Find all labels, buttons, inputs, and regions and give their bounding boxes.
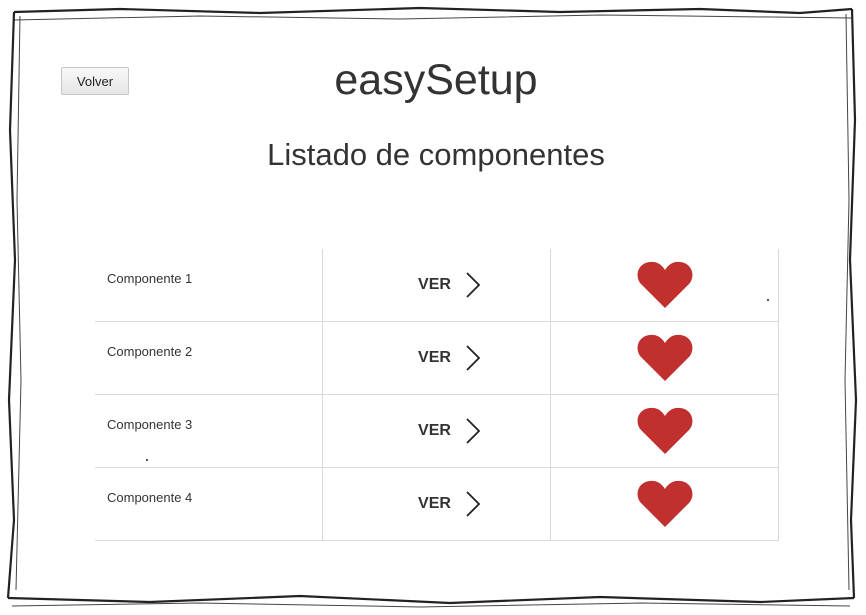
view-label: VER: [418, 276, 451, 293]
favorite-button[interactable]: [551, 334, 778, 382]
component-name: Componente 1: [107, 271, 193, 286]
name-cell: Componente 3: [95, 394, 323, 468]
name-cell: Componente 1: [95, 249, 323, 322]
favorite-button[interactable]: [551, 480, 778, 528]
back-button[interactable]: Volver: [61, 67, 129, 95]
table-row: Componente 4 VER: [95, 467, 779, 541]
chevron-right-icon: [466, 345, 481, 371]
favorite-cell: [550, 249, 779, 322]
view-label: VER: [418, 349, 451, 366]
stray-mark: [767, 299, 769, 301]
favorite-cell: [550, 394, 779, 468]
page-subtitle: Listado de componentes: [267, 137, 605, 172]
component-name: Componente 2: [107, 344, 193, 359]
stray-mark: [146, 459, 148, 461]
name-cell: Componente 2: [95, 321, 323, 395]
favorite-button[interactable]: [551, 261, 778, 309]
name-cell: Componente 4: [95, 467, 323, 541]
chevron-right-icon: [466, 418, 481, 444]
chevron-right-icon: [466, 272, 481, 298]
action-cell: VER: [322, 249, 551, 322]
view-component-button[interactable]: VER: [323, 417, 550, 445]
components-table: Componente 1 VER Componente 2 VER Compon…: [95, 249, 779, 541]
heart-icon: [637, 480, 692, 527]
favorite-cell: [550, 321, 779, 395]
action-cell: VER: [322, 394, 551, 468]
action-cell: VER: [322, 321, 551, 395]
table-row: Componente 3 VER: [95, 394, 779, 468]
app-title: easySetup: [334, 56, 538, 104]
component-name: Componente 3: [107, 417, 193, 432]
action-cell: VER: [322, 467, 551, 541]
heart-icon: [637, 407, 692, 454]
view-component-button[interactable]: VER: [323, 344, 550, 372]
heart-icon: [637, 334, 692, 381]
view-label: VER: [418, 422, 451, 439]
component-name: Componente 4: [107, 490, 193, 505]
favorite-button[interactable]: [551, 407, 778, 455]
view-label: VER: [418, 495, 451, 512]
view-component-button[interactable]: VER: [323, 271, 550, 299]
heart-icon: [637, 261, 692, 308]
favorite-cell: [550, 467, 779, 541]
chevron-right-icon: [466, 491, 481, 517]
table-row: Componente 2 VER: [95, 321, 779, 395]
table-row: Componente 1 VER: [95, 249, 779, 322]
view-component-button[interactable]: VER: [323, 490, 550, 518]
